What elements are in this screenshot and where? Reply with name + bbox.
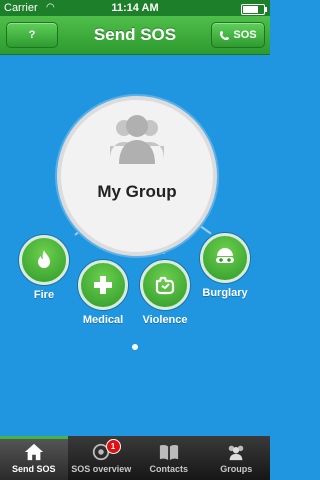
medical-category[interactable]: Medical xyxy=(73,260,133,326)
burglary-button[interactable] xyxy=(200,233,250,283)
notification-badge: 1 xyxy=(105,439,121,454)
sos-call-button[interactable]: SOS xyxy=(211,22,265,48)
fire-label: Fire xyxy=(33,289,55,301)
violence-button[interactable] xyxy=(140,260,190,310)
clock: 11:14 AM xyxy=(111,2,159,14)
fire-icon xyxy=(38,250,50,268)
burglary-label: Burglary xyxy=(202,287,248,299)
medical-button[interactable] xyxy=(78,260,128,310)
page-indicator xyxy=(132,344,138,350)
tab-label: Groups xyxy=(220,464,253,474)
group-icon xyxy=(110,115,164,164)
tab-label: Send SOS xyxy=(11,464,56,474)
fire-category[interactable]: Fire xyxy=(14,235,74,301)
phone-icon xyxy=(220,30,230,40)
medical-cross-icon xyxy=(94,276,112,294)
my-group-label: My Group xyxy=(97,182,177,201)
fire-button[interactable] xyxy=(19,235,69,285)
violence-label: Violence xyxy=(142,314,188,326)
book-icon xyxy=(159,445,178,461)
tab-bar: Send SOS SOS overview 1 Contacts Groups xyxy=(0,436,270,480)
sos-call-label: SOS xyxy=(233,29,257,41)
battery-level xyxy=(243,6,259,13)
tab-groups[interactable]: Groups xyxy=(203,436,271,480)
fist-icon xyxy=(155,276,175,295)
burglary-category[interactable]: Burglary xyxy=(195,233,255,299)
tab-contacts[interactable]: Contacts xyxy=(135,436,203,480)
medical-label: Medical xyxy=(82,314,124,326)
home-icon xyxy=(24,443,43,461)
tab-label: SOS overview xyxy=(71,464,132,474)
tab-label: Contacts xyxy=(149,464,188,474)
nav-bar: ? Send SOS SOS xyxy=(0,16,270,55)
groups-icon xyxy=(228,445,244,461)
tab-send-sos[interactable]: Send SOS xyxy=(0,436,68,480)
status-bar: Carrier ◠ 11:14 AM xyxy=(0,0,270,16)
burglar-mask-icon xyxy=(216,248,234,263)
violence-category[interactable]: Violence xyxy=(135,260,195,326)
tab-sos-overview[interactable]: SOS overview 1 xyxy=(68,436,136,480)
battery-icon xyxy=(241,4,267,15)
my-group-button[interactable]: My Group xyxy=(57,96,217,256)
